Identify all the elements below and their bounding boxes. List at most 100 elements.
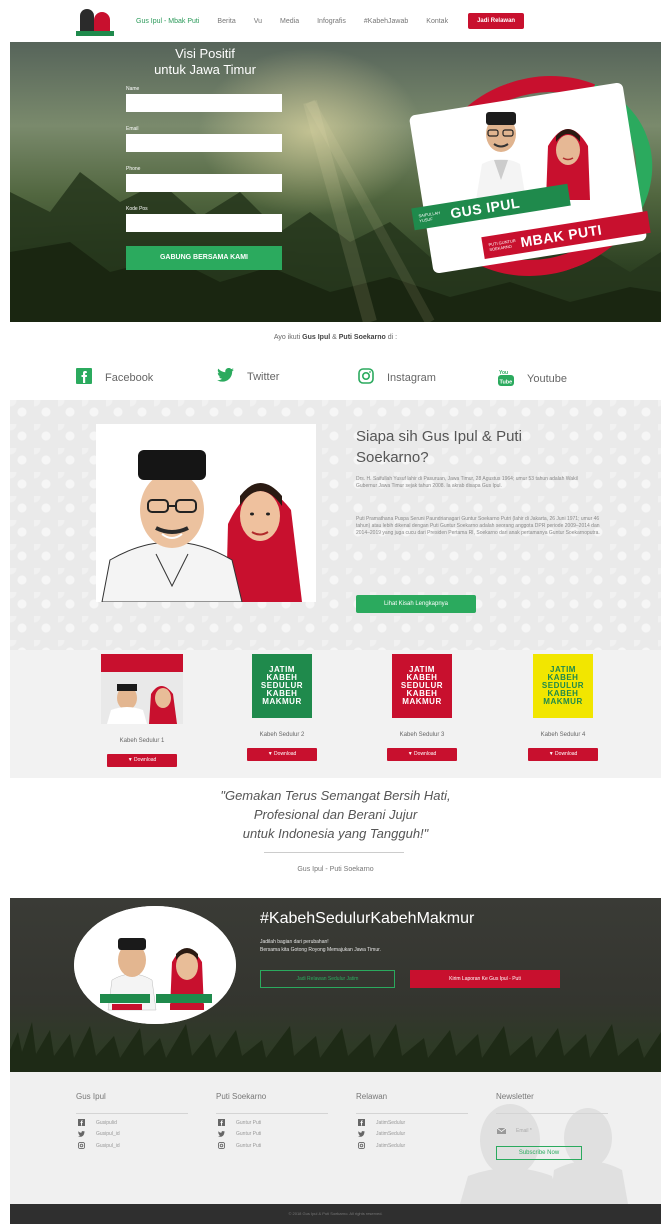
nav-link-vu[interactable]: Vu — [254, 18, 262, 25]
twitter-link[interactable]: Twitter — [217, 367, 279, 385]
signup-form: Name Email Phone Kode Pos GABUNG BERSAMA… — [126, 86, 282, 270]
email-input[interactable] — [126, 134, 282, 152]
volunteer-button[interactable]: Jadi Relawan — [468, 13, 525, 29]
download-button[interactable]: ▼ Download — [528, 748, 598, 761]
nav-links: Gus Ipul - Mbak Puti Berita Vu Media Inf… — [136, 13, 525, 29]
hero-title-line1: Visi Positif — [175, 46, 235, 61]
download-title: Kabeh Sedulur 3 — [399, 732, 445, 738]
svg-text:Tube: Tube — [500, 380, 513, 386]
hashtag-title: #KabehSedulurKabehMakmur — [260, 910, 475, 927]
hashtag-band: #KabehSedulurKabehMakmur Jadilah bagian … — [10, 898, 661, 1072]
facebook-icon — [356, 1119, 366, 1126]
footer-twitter-link[interactable]: Guntur Puti — [216, 1131, 340, 1137]
footer-twitter-link[interactable]: Gusipul_id — [76, 1131, 200, 1137]
footer-heading: Gus Ipul — [76, 1092, 188, 1114]
download-title: Kabeh Sedulur 1 — [119, 738, 165, 744]
footer-col-puti-soekarno: Puti Soekarno Guntur Puti Guntur Puti Gu… — [216, 1092, 340, 1149]
follow-text: Ayo ikuti Gus Ipul & Puti Soekarno di : — [273, 334, 398, 341]
copyright-bar: © 2018 Gus Ipul & Puti Soekarno. All rig… — [10, 1204, 661, 1224]
download-title: Kabeh Sedulur 2 — [259, 732, 305, 738]
candidates-illustration — [96, 424, 316, 602]
download-card: JATIM KABEH SEDULUR KABEH MAKMUR Kabeh S… — [362, 654, 482, 761]
email-label: Email — [126, 126, 139, 132]
footer: Gus Ipul Gusipulid Gusipul_id Gusipul_id… — [10, 1072, 661, 1204]
copyright-text: © 2018 Gus Ipul & Puti Soekarno. All rig… — [288, 1211, 383, 1216]
footer-twitter-link[interactable]: JatimSedulur — [356, 1131, 480, 1137]
newsletter-email-input[interactable]: Email * — [496, 1124, 606, 1138]
quote-divider — [264, 852, 404, 853]
grass-silhouette — [10, 1022, 661, 1072]
about-paragraph-1: Drs. H. Saifullah Yusuf lahir di Pasurua… — [356, 476, 578, 489]
poster-thumbnail — [101, 654, 183, 724]
download-title: Kabeh Sedulur 4 — [540, 732, 586, 738]
campaign-quote: "Gemakan Terus Semangat Bersih Hati, Pro… — [220, 788, 451, 841]
twitter-icon — [356, 1131, 366, 1137]
download-card: Kabeh Sedulur 1 ▼ Download — [82, 654, 202, 767]
download-button[interactable]: ▼ Download — [387, 748, 457, 761]
facebook-icon — [76, 368, 92, 387]
phone-label: Phone — [126, 166, 141, 172]
twitter-icon — [76, 1131, 86, 1137]
read-story-button[interactable]: Lihat Kisah Lengkapnya — [356, 595, 476, 613]
nav-link-kontak[interactable]: Kontak — [426, 18, 448, 25]
about-title: Siapa sih Gus Ipul & Puti Soekarno? — [356, 428, 522, 466]
quote-author: Gus Ipul - Puti Soekarno — [297, 866, 374, 873]
download-button[interactable]: ▼ Download — [107, 754, 177, 767]
nav-link-kabehjawab[interactable]: #KabehJawab — [364, 18, 408, 25]
about-section: Siapa sih Gus Ipul & Puti Soekarno? Drs.… — [10, 400, 661, 650]
youtube-icon: You Tube — [498, 368, 514, 389]
youtube-link[interactable]: You Tube Youtube — [498, 368, 567, 389]
name-label: Name — [126, 86, 140, 92]
footer-instagram-link[interactable]: Guntur Puti — [216, 1142, 340, 1149]
downloads-section: Kabeh Sedulur 1 ▼ Download JATIM KABEH S… — [10, 650, 661, 778]
about-paragraph-2: Puti Pramathana Puspa Seruni Paundrianag… — [356, 516, 600, 536]
footer-instagram-link[interactable]: Gusipul_id — [76, 1142, 200, 1149]
instagram-icon — [76, 1142, 86, 1149]
facebook-icon — [76, 1119, 86, 1126]
footer-heading: Newsletter — [496, 1092, 608, 1114]
instagram-icon — [216, 1142, 226, 1149]
poster-thumbnail: JATIM KABEH SEDULUR KABEH MAKMUR — [392, 654, 452, 718]
download-card: JATIM KABEH SEDULUR KABEH MAKMUR Kabeh S… — [503, 654, 623, 761]
zip-input[interactable] — [126, 214, 282, 232]
join-button[interactable]: GABUNG BERSAMA KAMI — [126, 246, 282, 270]
nav-link-infografis[interactable]: Infografis — [317, 18, 346, 25]
footer-facebook-link[interactable]: Gusipulid — [76, 1119, 200, 1126]
site-logo[interactable] — [76, 6, 114, 36]
name-input[interactable] — [126, 94, 282, 112]
gus-ipul-portrait — [476, 112, 526, 200]
envelope-icon — [496, 1128, 506, 1134]
twitter-icon — [217, 367, 234, 385]
nav-link-berita[interactable]: Berita — [217, 18, 235, 25]
footer-instagram-link[interactable]: JatimSedulur — [356, 1142, 480, 1149]
instagram-icon — [358, 368, 374, 387]
candidates-circle-photo — [74, 906, 236, 1024]
download-button[interactable]: ▼ Download — [247, 748, 317, 761]
instagram-link[interactable]: Instagram — [358, 368, 436, 387]
zip-label: Kode Pos — [126, 206, 148, 212]
footer-col-newsletter: Newsletter Email * Subscribe Now — [496, 1092, 620, 1160]
subscribe-button[interactable]: Subscribe Now — [496, 1146, 582, 1160]
footer-heading: Puti Soekarno — [216, 1092, 328, 1114]
navbar: Gus Ipul - Mbak Puti Berita Vu Media Inf… — [10, 0, 661, 42]
social-links: Facebook Twitter Instagram You Tube Youtu… — [10, 367, 661, 392]
phone-input[interactable] — [126, 174, 282, 192]
poster-thumbnail: JATIM KABEH SEDULUR KABEH MAKMUR — [252, 654, 312, 718]
instagram-icon — [356, 1142, 366, 1149]
become-volunteer-button[interactable]: Jadi Relawan Sedulur Jatim — [260, 970, 395, 988]
hero-section: Visi Positif untuk Jawa Timur Name Email… — [10, 42, 661, 322]
twitter-icon — [216, 1131, 226, 1137]
send-report-button[interactable]: Kirim Laporan Ke Gus Ipul - Puti — [410, 970, 560, 988]
nav-link-media[interactable]: Media — [280, 18, 299, 25]
footer-col-gus-ipul: Gus Ipul Gusipulid Gusipul_id Gusipul_id — [76, 1092, 200, 1149]
campaign-graphic: SAIFULLAH YUSUF GUS IPUL PUTI GUNTUR SOE… — [399, 44, 661, 308]
poster-thumbnail: JATIM KABEH SEDULUR KABEH MAKMUR — [533, 654, 593, 718]
footer-col-relawan: Relawan JatimSedulur JatimSedulur JatimS… — [356, 1092, 480, 1149]
footer-facebook-link[interactable]: Guntur Puti — [216, 1119, 340, 1126]
footer-facebook-link[interactable]: JatimSedulur — [356, 1119, 480, 1126]
facebook-icon — [216, 1119, 226, 1126]
facebook-link[interactable]: Facebook — [76, 368, 153, 387]
hero-title-line2: untuk Jawa Timur — [154, 62, 256, 77]
nav-link-home[interactable]: Gus Ipul - Mbak Puti — [136, 18, 199, 25]
hero-title: Visi Positif untuk Jawa Timur — [126, 46, 284, 78]
